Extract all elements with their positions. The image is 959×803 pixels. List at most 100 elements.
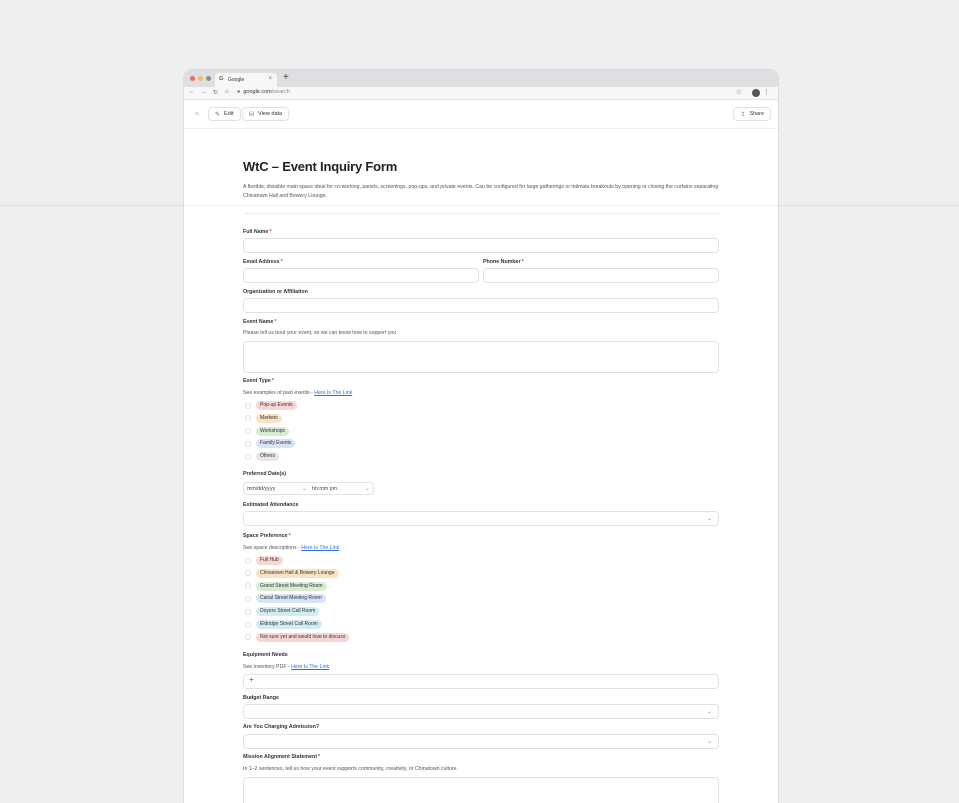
radio-button[interactable] <box>245 415 251 422</box>
email-label: Email Address* <box>243 259 283 265</box>
event-type-option[interactable]: Others <box>245 452 280 462</box>
budget-select[interactable]: ⌄ <box>243 704 719 719</box>
admission-label: Are You Charging Admission? <box>243 724 320 730</box>
event-type-option[interactable]: Pop-up Events <box>245 401 297 410</box>
radio-button[interactable] <box>245 634 251 641</box>
space-option-label: Eldridge Street Call Room <box>256 620 322 629</box>
share-button[interactable]: ⇪ Share <box>733 107 771 121</box>
address-bar: ← → ↻ ⌂ ● google.com/search ☆ ⋮ <box>184 87 778 100</box>
radio-button[interactable] <box>245 570 251 577</box>
space-option[interactable]: Doyers Street Call Room <box>245 607 320 617</box>
space-option[interactable]: Full Hub <box>245 556 283 565</box>
org-input[interactable] <box>243 298 719 313</box>
forward-icon[interactable]: → <box>201 89 207 95</box>
equipment-help: See inventory PDF - Here Is The Link <box>243 664 330 670</box>
equipment-label: Equipment Needs <box>243 652 288 658</box>
event-type-option[interactable]: Markets <box>245 413 282 423</box>
home-button[interactable]: ⌂ <box>190 107 204 121</box>
view-data-button[interactable]: ⛁ View data <box>242 107 290 121</box>
view-data-label: View data <box>258 111 283 117</box>
url-path: /search <box>271 89 290 95</box>
event-name-textarea[interactable] <box>243 341 719 373</box>
edit-label: Edit <box>224 111 234 117</box>
space-option[interactable]: Canal Street Meeting Room <box>245 594 326 604</box>
edit-button[interactable]: ✎ Edit <box>208 107 241 121</box>
close-tab-icon[interactable]: × <box>268 76 272 82</box>
chevron-down-icon: ⌄ <box>706 739 712 745</box>
lock-icon: ● <box>237 89 241 95</box>
close-window-dot[interactable] <box>190 76 195 81</box>
admission-select[interactable]: ⌄ <box>243 734 719 749</box>
full-name-input[interactable] <box>243 238 719 253</box>
radio-button[interactable] <box>245 557 251 564</box>
plus-icon[interactable]: + <box>249 675 254 684</box>
required-mark: * <box>271 378 274 384</box>
space-option[interactable]: Chinatown Hall & Bowery Lounge <box>245 568 339 578</box>
mission-textarea[interactable] <box>243 777 719 803</box>
required-mark: * <box>288 533 291 539</box>
browser-window: G Google × + ← → ↻ ⌂ ● google.com/search … <box>184 70 778 803</box>
full-name-label: Full Name* <box>243 229 272 235</box>
browser-tab[interactable]: G Google × <box>215 73 277 87</box>
home-icon[interactable]: ⌂ <box>225 89 229 95</box>
event-type-option-label: Markets <box>256 413 282 423</box>
form-title: WtC – Event Inquiry Form <box>243 159 398 174</box>
google-favicon-icon: G <box>219 76 224 82</box>
radio-button[interactable] <box>245 621 251 628</box>
new-tab-icon[interactable]: + <box>283 72 289 83</box>
equipment-input[interactable]: + <box>243 674 719 689</box>
date-chevron-icon[interactable]: ⌄ <box>302 486 306 492</box>
mission-help: In 1–2 sentences, tell us how your event… <box>243 766 458 772</box>
form-description: A flexible, divisible main space ideal f… <box>243 184 719 199</box>
space-link[interactable]: Here Is The Link <box>301 545 339 551</box>
phone-input[interactable] <box>483 268 719 283</box>
profile-avatar[interactable] <box>752 89 760 97</box>
required-mark: * <box>274 319 277 325</box>
time-placeholder: hh:mm pm <box>312 486 338 492</box>
back-icon[interactable]: ← <box>189 89 195 95</box>
time-chevron-icon[interactable]: ⌄ <box>365 486 369 492</box>
radio-button[interactable] <box>245 583 251 590</box>
space-option[interactable]: Not sure yet and would love to discuss <box>245 632 350 642</box>
required-mark: * <box>521 259 524 265</box>
attendance-select[interactable]: ⌄ <box>243 511 719 526</box>
url-host: google.com <box>243 89 272 95</box>
radio-button[interactable] <box>245 428 251 435</box>
minimize-window-dot[interactable] <box>198 76 203 81</box>
event-type-label: Event Type* <box>243 378 274 384</box>
home-icon: ⌂ <box>195 111 199 117</box>
url-field[interactable]: ● google.com/search <box>237 89 290 95</box>
radio-button[interactable] <box>245 453 251 460</box>
bookmark-star-icon[interactable]: ☆ <box>736 88 742 96</box>
event-type-link[interactable]: Here Is The Link <box>314 390 352 396</box>
reload-icon[interactable]: ↻ <box>213 89 218 96</box>
org-label: Organization or Affiliation <box>243 289 308 295</box>
event-type-option-label: Workshops <box>256 426 289 436</box>
event-type-option[interactable]: Family Events <box>245 439 296 449</box>
radio-button[interactable] <box>245 440 251 447</box>
equipment-link[interactable]: Here Is The Link <box>291 664 329 670</box>
event-type-option-label: Others <box>256 452 280 462</box>
space-option-label: Doyers Street Call Room <box>256 607 320 617</box>
event-type-option[interactable]: Workshops <box>245 426 289 436</box>
event-type-option-label: Pop-up Events <box>256 401 297 410</box>
browser-menu-icon[interactable]: ⋮ <box>763 88 770 96</box>
tab-title: Google <box>228 77 245 83</box>
space-option-label: Chinatown Hall & Bowery Lounge <box>256 568 339 578</box>
event-type-help: See examples of past events - Here Is Th… <box>243 390 353 396</box>
radio-button[interactable] <box>245 608 251 615</box>
space-help: See space descriptions - Here Is The Lin… <box>243 545 340 551</box>
chevron-down-icon: ⌄ <box>706 709 712 715</box>
attendance-label: Estimated Attendance <box>243 502 299 508</box>
radio-button[interactable] <box>245 595 251 602</box>
phone-label: Phone Number* <box>483 259 524 265</box>
space-option[interactable]: Grand Street Meeting Room <box>245 581 327 591</box>
email-input[interactable] <box>243 268 479 283</box>
maximize-window-dot[interactable] <box>206 76 211 81</box>
event-name-label: Event Name* <box>243 319 277 325</box>
space-option[interactable]: Eldridge Street Call Room <box>245 620 322 629</box>
radio-button[interactable] <box>245 402 251 409</box>
date-time-input[interactable]: mm/dd/yyyy ⌄ hh:mm pm ⌄ <box>243 482 374 495</box>
space-option-label: Canal Street Meeting Room <box>256 594 326 604</box>
overlay-divider <box>0 205 959 206</box>
